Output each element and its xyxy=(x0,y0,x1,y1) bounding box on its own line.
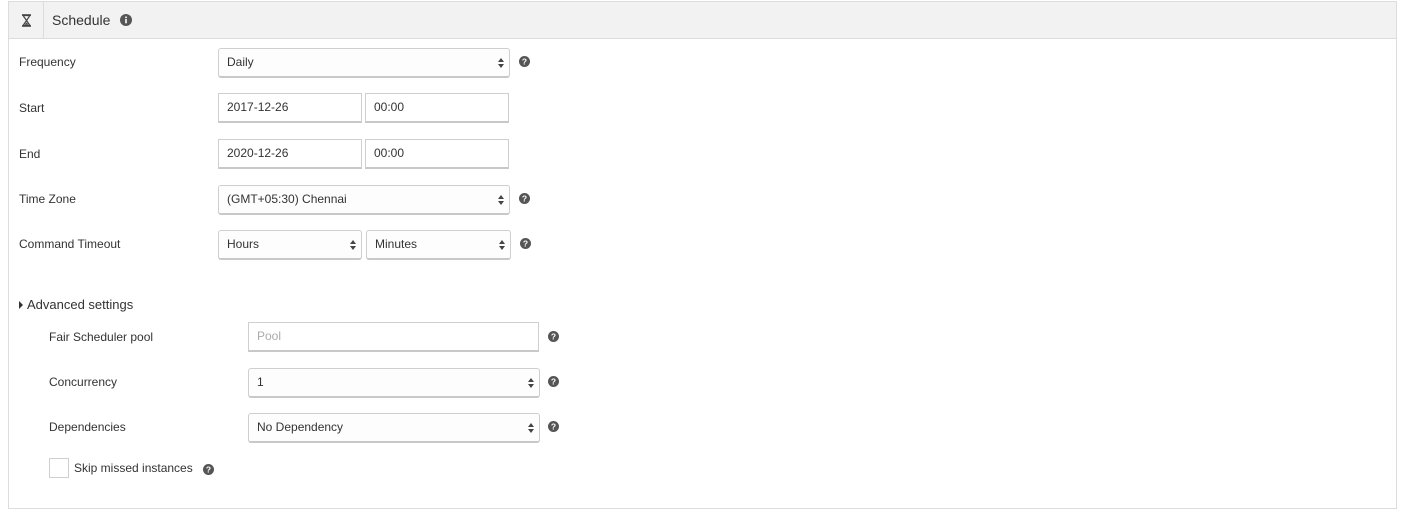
svg-text:?: ? xyxy=(522,57,527,67)
dependencies-help-icon[interactable]: ? xyxy=(548,421,559,432)
command-timeout-label: Command Timeout xyxy=(19,237,121,251)
pool-placeholder: Pool xyxy=(257,329,282,343)
select-arrows-icon xyxy=(498,58,504,68)
frequency-select[interactable]: Daily xyxy=(218,48,510,78)
svg-text:?: ? xyxy=(523,239,528,249)
timeout-minutes-select[interactable]: Minutes xyxy=(366,230,511,260)
pool-input[interactable]: Pool xyxy=(248,322,539,352)
select-arrows-icon xyxy=(528,378,534,388)
timeout-hours-select[interactable]: Hours xyxy=(218,230,362,260)
timeout-help-icon[interactable]: ? xyxy=(520,238,531,249)
frequency-value: Daily xyxy=(227,55,254,69)
hourglass-icon xyxy=(9,2,44,38)
timeout-minutes-value: Minutes xyxy=(375,237,418,251)
panel-title: Schedule xyxy=(52,12,111,28)
concurrency-label: Concurrency xyxy=(49,375,118,389)
concurrency-value: 1 xyxy=(257,375,264,389)
timezone-select[interactable]: (GMT+05:30) Chennai xyxy=(218,185,510,215)
timeout-hours-value: Hours xyxy=(227,237,260,251)
frequency-label: Frequency xyxy=(19,55,76,69)
end-time-input[interactable]: 00:00 xyxy=(365,139,509,169)
dependencies-label: Dependencies xyxy=(49,420,126,434)
end-label: End xyxy=(19,147,41,161)
concurrency-select[interactable]: 1 xyxy=(248,368,540,398)
caret-right-icon xyxy=(19,301,23,309)
concurrency-help-icon[interactable]: ? xyxy=(548,376,559,387)
svg-text:?: ? xyxy=(522,194,527,204)
info-icon[interactable] xyxy=(120,14,132,26)
pool-label: Fair Scheduler pool xyxy=(49,330,154,344)
panel-header: Schedule xyxy=(9,2,1396,39)
pool-help-icon[interactable]: ? xyxy=(548,331,559,342)
select-arrows-icon xyxy=(499,240,505,250)
skip-missed-help-icon[interactable]: ? xyxy=(203,464,214,475)
svg-text:?: ? xyxy=(551,422,556,432)
timezone-help-icon[interactable]: ? xyxy=(519,193,530,204)
start-label: Start xyxy=(19,101,45,115)
skip-missed-checkbox[interactable] xyxy=(49,458,69,478)
select-arrows-icon xyxy=(528,423,534,433)
advanced-settings-toggle[interactable]: Advanced settings xyxy=(19,297,133,312)
schedule-panel: Schedule xyxy=(8,1,1397,509)
dependencies-select[interactable]: No Dependency xyxy=(248,413,540,443)
svg-text:?: ? xyxy=(551,377,556,387)
select-arrows-icon xyxy=(350,240,356,250)
svg-text:?: ? xyxy=(551,332,556,342)
timezone-value: (GMT+05:30) Chennai xyxy=(227,192,347,206)
start-date-input[interactable]: 2017-12-26 xyxy=(218,93,362,123)
svg-text:?: ? xyxy=(206,465,211,475)
select-arrows-icon xyxy=(498,195,504,205)
timezone-label: Time Zone xyxy=(19,192,76,206)
skip-missed-label: Skip missed instances xyxy=(74,461,193,475)
start-time-input[interactable]: 00:00 xyxy=(365,93,509,123)
dependencies-value: No Dependency xyxy=(257,420,344,434)
end-date-input[interactable]: 2020-12-26 xyxy=(218,139,362,169)
frequency-help-icon[interactable]: ? xyxy=(519,56,530,67)
advanced-settings-label: Advanced settings xyxy=(27,297,134,312)
